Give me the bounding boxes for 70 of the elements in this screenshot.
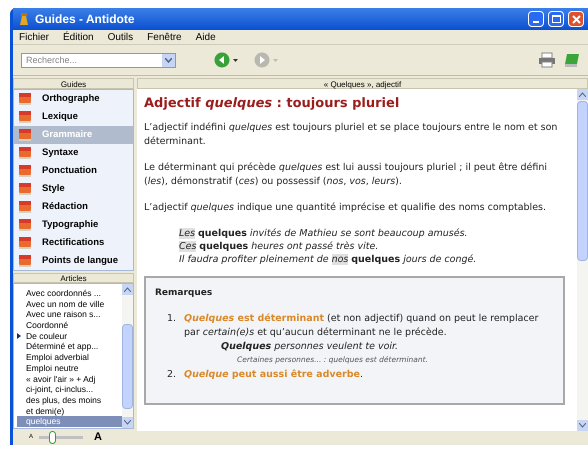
caret-icon[interactable] (233, 58, 238, 62)
printer-icon[interactable] (538, 52, 556, 68)
menu-item[interactable]: Fenêtre (147, 30, 182, 44)
book-icon (18, 128, 32, 142)
menu-item[interactable]: Fichier (19, 30, 50, 44)
scroll-up-icon[interactable] (124, 287, 131, 292)
panel-header: Articles (13, 273, 134, 283)
article-item[interactable]: Avec un nom de ville (17, 298, 122, 310)
remarks-title: Remarques (155, 287, 212, 300)
article-item[interactable]: Coordonné (17, 320, 122, 331)
book-icon (18, 110, 32, 124)
scroll-down-icon[interactable] (579, 423, 586, 428)
guide-item[interactable]: Rectifications (14, 234, 133, 252)
book-icon[interactable] (564, 52, 580, 68)
book-icon (18, 200, 32, 214)
minimize-button[interactable] (528, 11, 544, 27)
app-icon (17, 12, 31, 26)
book-icon (18, 254, 32, 268)
book-icon (18, 146, 32, 160)
article-item[interactable]: ci-joint, ci-inclus... (17, 384, 122, 395)
paragraph: L’adjectif quelques indique une quantité imprécise et qualifie des noms comptables. (144, 201, 548, 215)
guide-item[interactable]: Lexique (14, 108, 133, 126)
close-icon[interactable] (572, 14, 580, 24)
close-button[interactable] (568, 11, 584, 27)
book-icon (18, 218, 32, 232)
guide-item[interactable]: Ponctuation (14, 162, 133, 180)
paragraph: Le déterminant qui précède quelques est lui aussi toujours pluriel ; il peut être défini (les), démonstratif (ces) ou possessif (nos, vos, leurs). (144, 161, 548, 189)
article-item[interactable]: et demi(e) (17, 406, 122, 416)
slider-thumb[interactable] (48, 430, 56, 444)
remark-text: Quelque peut aussi être adverbe. (184, 368, 364, 382)
triangle-icon (17, 333, 21, 340)
example-sentence: Il faudra profiter pleinement de nos quelques jours de congé. (179, 253, 476, 266)
guide-item[interactable]: Style (14, 180, 133, 198)
book-icon (18, 236, 32, 250)
maximize-button[interactable] (548, 11, 564, 27)
book-icon (18, 182, 32, 196)
example-sentence: Ces quelques heures ont passé très vite. (179, 240, 378, 253)
menu-item[interactable]: Édition (63, 30, 94, 44)
article-title: Adjectif quelques : toujours pluriel (144, 97, 400, 111)
guide-item[interactable]: Orthographe (14, 90, 133, 108)
list-number: 2. (167, 368, 178, 382)
article-item[interactable]: Emploi neutre (17, 362, 122, 374)
remark-example: Quelques personnes veulent te voir. (220, 340, 398, 354)
list-number: 1. (167, 312, 178, 326)
article-item[interactable]: des plus, des moins (17, 394, 122, 406)
scrollbar[interactable] (122, 284, 133, 428)
article-item[interactable]: Avec une raison s... (17, 309, 122, 320)
scrollbar[interactable] (577, 89, 588, 431)
example-sentence: Les quelques invités de Mathieu se sont beaucoup amusés. (179, 227, 468, 240)
book-icon (18, 164, 32, 178)
article-item[interactable]: « avoir l'air » + Adj (17, 374, 122, 384)
article-item[interactable]: Avec coordonnés ... (17, 288, 122, 299)
scroll-down-icon[interactable] (124, 420, 131, 425)
remark-text: Quelques est déterminant (et non adjectif) quand on peut le remplacer par certain(e)s et qu’aucun déterminant ne le précède. (184, 312, 540, 340)
guide-item[interactable]: Syntaxe (14, 144, 133, 162)
article-item[interactable]: Emploi adverbial (17, 352, 122, 363)
guide-item[interactable]: Points de langue (14, 252, 133, 270)
article-item[interactable]: De couleur (17, 330, 122, 342)
window-title: Guides - Antidote (35, 11, 135, 28)
panel-header: « Quelques », adjectif (137, 78, 588, 89)
menu-item[interactable]: Outils (108, 30, 134, 44)
paragraph: L’adjectif indéfini quelques est toujours pluriel et se place toujours entre le nom et son déterminant. (144, 121, 558, 149)
panel-header: Guides (13, 78, 134, 89)
article-item[interactable]: Déterminé et app... (17, 341, 122, 352)
book-icon (18, 92, 32, 106)
scroll-up-icon[interactable] (579, 92, 586, 97)
guide-item[interactable]: Rédaction (14, 198, 133, 216)
guide-item[interactable]: Typographie (14, 216, 133, 234)
large-font-label: A (94, 430, 102, 445)
menu-item[interactable]: Aide (196, 30, 216, 44)
